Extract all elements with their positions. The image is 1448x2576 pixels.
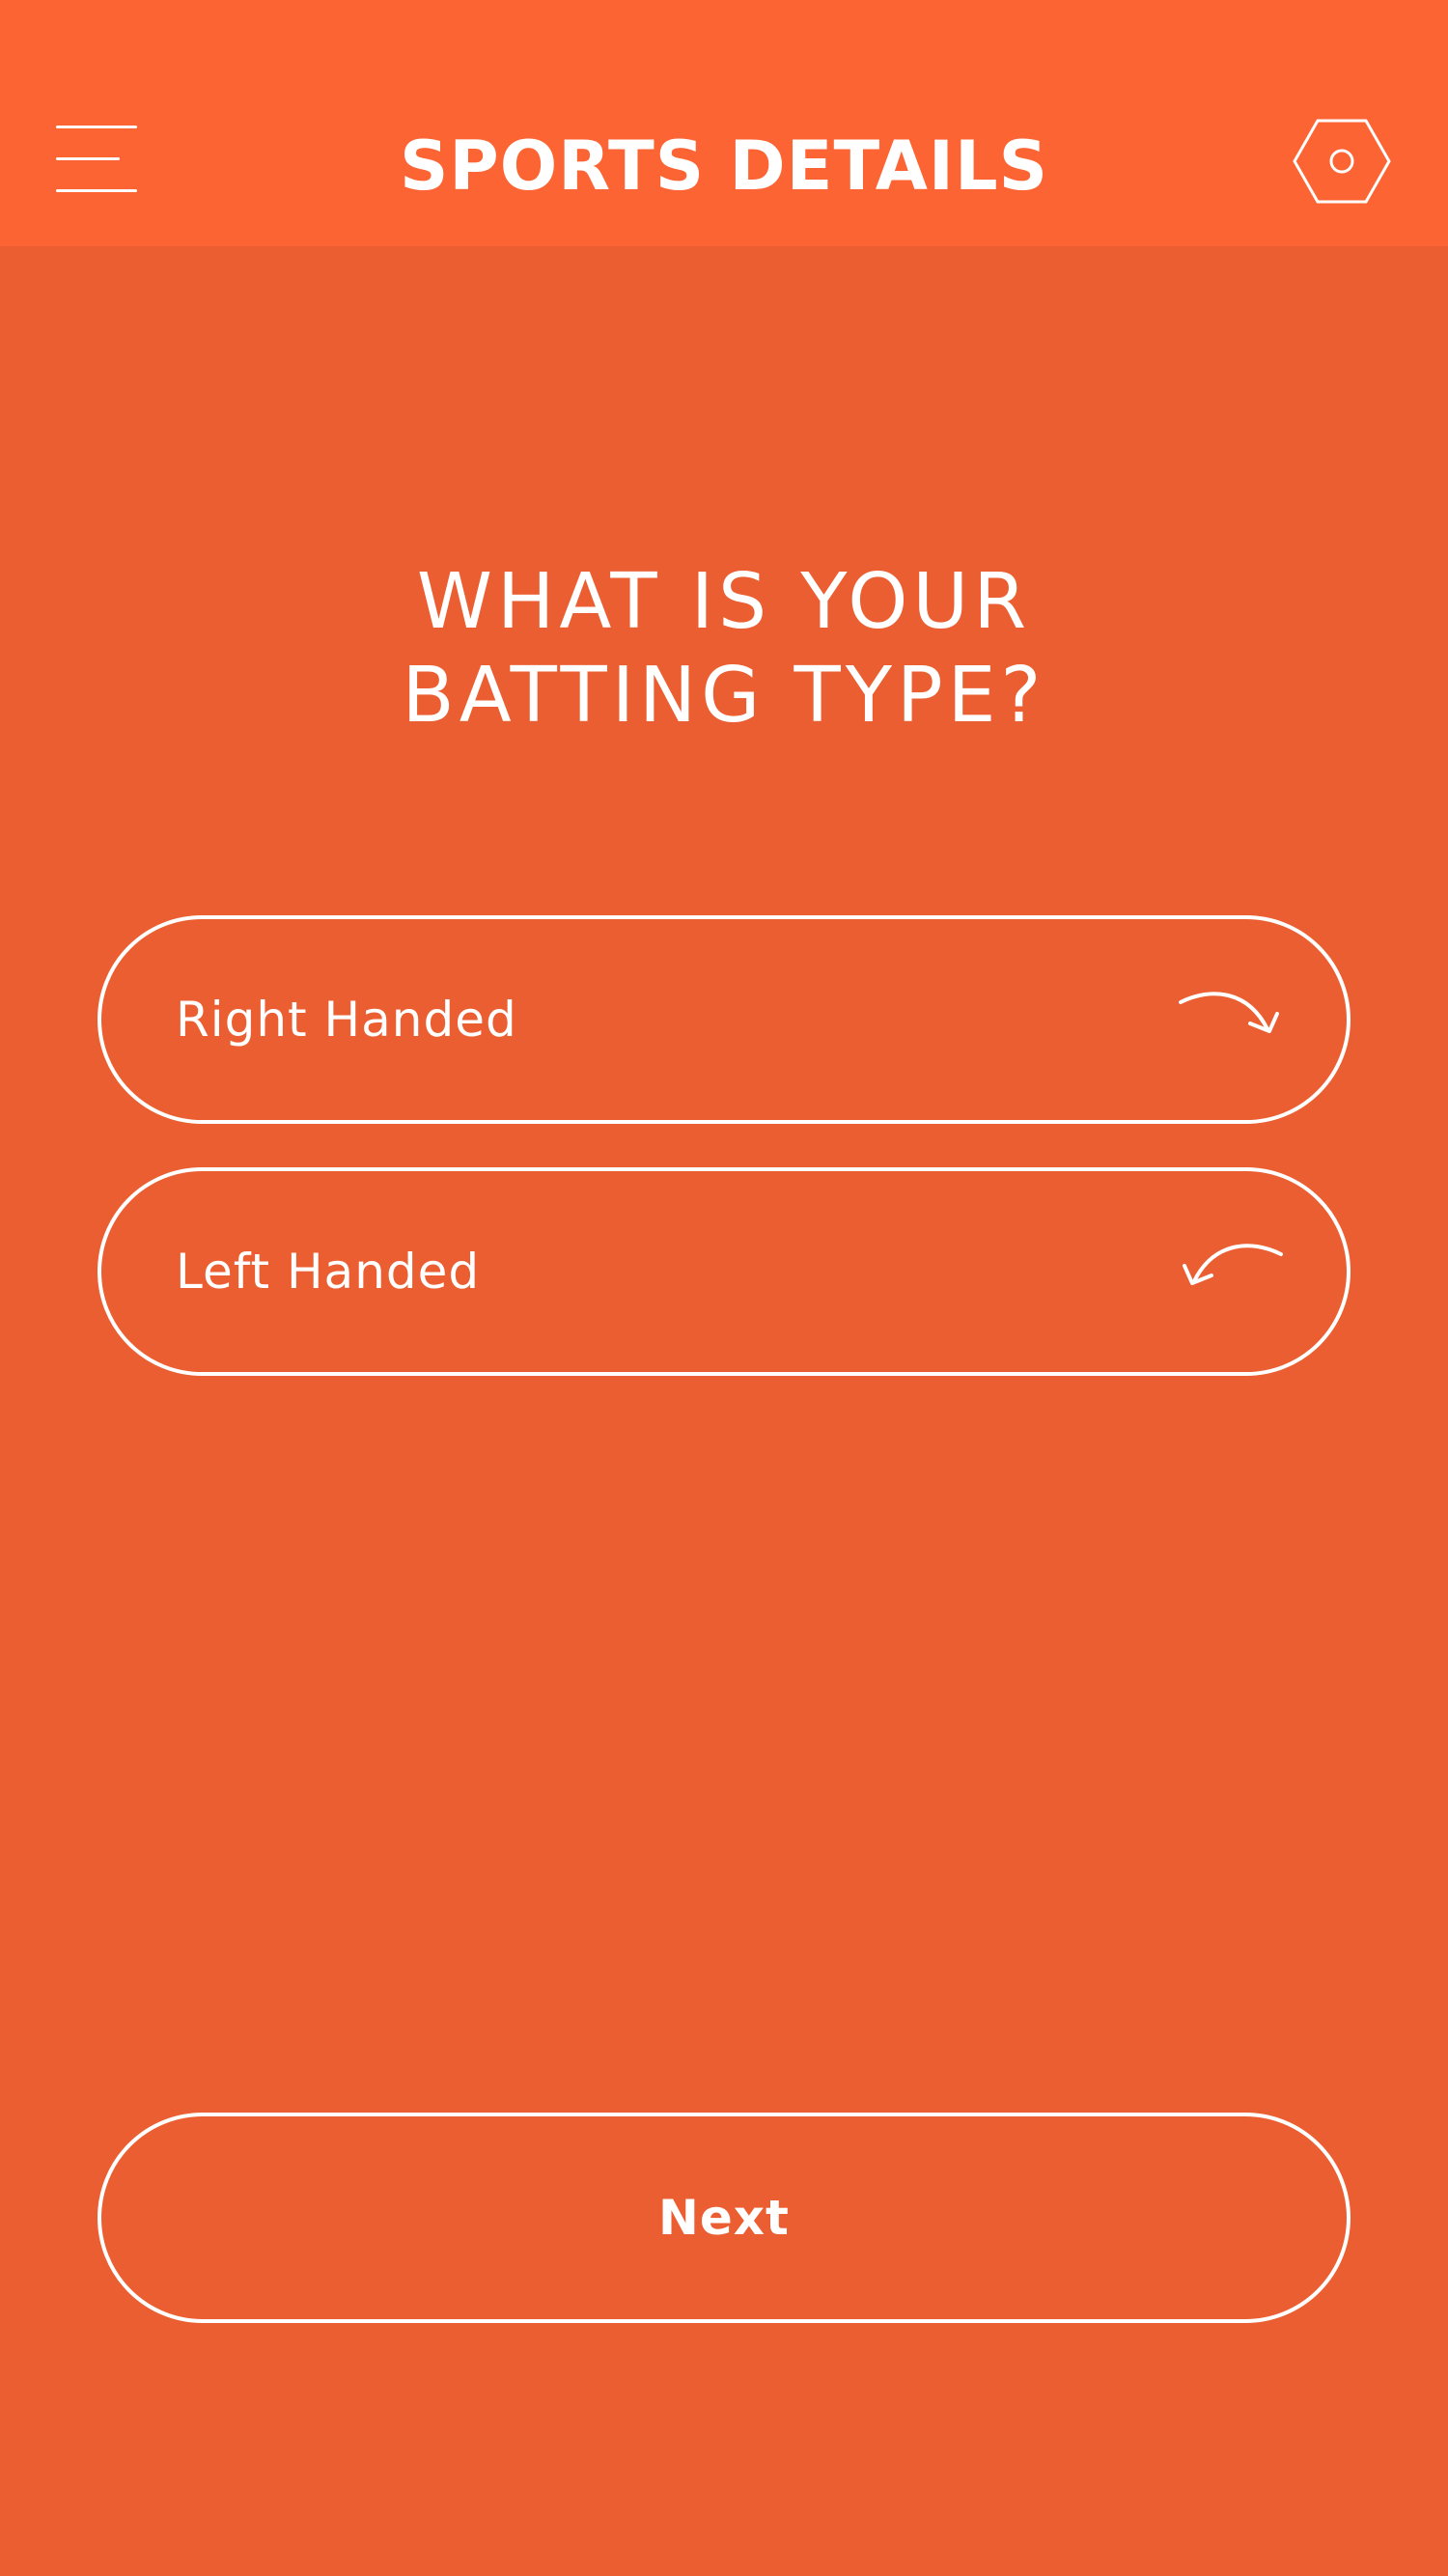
hexagon-settings-icon [1293, 119, 1391, 204]
question-line-2: BATTING TYPE? [402, 651, 1046, 740]
page-title: SPORTS DETAILS [400, 126, 1048, 206]
curved-arrow-right-icon [1173, 981, 1289, 1058]
left-handed-option[interactable]: Left Handed [97, 1167, 1351, 1376]
curved-arrow-left-icon [1173, 1233, 1289, 1310]
settings-button[interactable] [1292, 118, 1392, 205]
option-label: Left Handed [176, 1244, 481, 1300]
right-handed-option[interactable]: Right Handed [97, 915, 1351, 1124]
next-button[interactable]: Next [97, 2113, 1351, 2323]
question-heading: WHAT IS YOUR BATTING TYPE? [241, 555, 1207, 742]
question-line-1: WHAT IS YOUR [416, 557, 1032, 646]
menu-button[interactable] [56, 124, 137, 193]
app-header: SPORTS DETAILS [0, 0, 1448, 246]
option-label: Right Handed [176, 992, 517, 1048]
